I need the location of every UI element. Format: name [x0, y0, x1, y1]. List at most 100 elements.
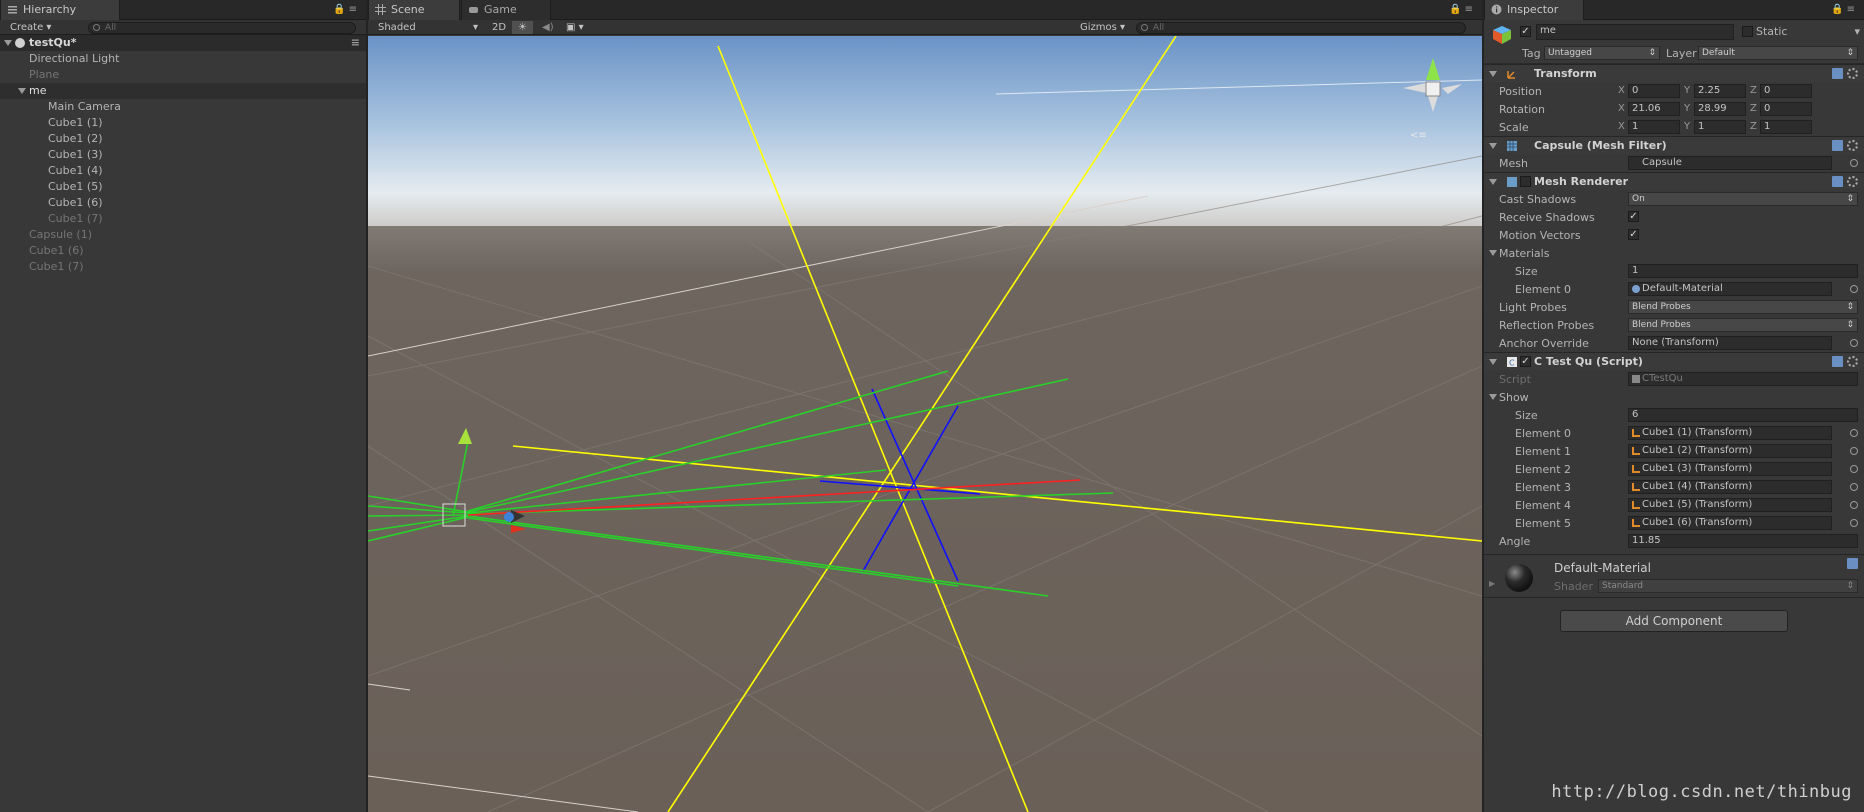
reflection-probes-dropdown[interactable]: Blend Probes ⇕ — [1628, 318, 1858, 332]
add-component-button[interactable]: Add Component — [1560, 610, 1788, 632]
scene-menu-icon[interactable]: 🔒≡ — [1449, 4, 1476, 15]
object-name-field[interactable]: me — [1536, 24, 1734, 40]
show-element-field[interactable]: Cube1 (1) (Transform) — [1628, 426, 1832, 440]
materials-row[interactable]: Materials — [1484, 244, 1864, 262]
hierarchy-item[interactable]: Cube1 (2) — [0, 131, 366, 147]
object-picker-icon[interactable] — [1850, 447, 1858, 455]
position-z-field[interactable]: 0 — [1760, 84, 1812, 98]
shading-mode-dropdown[interactable]: Shaded ▾ — [372, 21, 482, 34]
rotation-y-field[interactable]: 28.99 — [1694, 102, 1746, 116]
object-picker-icon[interactable] — [1850, 429, 1858, 437]
hierarchy-item[interactable]: Cube1 (3) — [0, 147, 366, 163]
material-element0-field[interactable]: Default-Material — [1628, 282, 1832, 296]
scale-z-field[interactable]: 1 — [1760, 120, 1812, 134]
2d-toggle[interactable]: 2D — [486, 21, 512, 34]
shader-dropdown[interactable]: Standard ⇕ — [1598, 579, 1858, 593]
help-book-icon[interactable] — [1832, 68, 1843, 79]
scene-render[interactable]: <≡ — [368, 36, 1482, 812]
layer-dropdown[interactable]: Default ⇕ — [1698, 46, 1858, 60]
hierarchy-item[interactable]: Main Camera — [0, 99, 366, 115]
show-element-field[interactable]: Cube1 (6) (Transform) — [1628, 516, 1832, 530]
object-picker-icon[interactable] — [1850, 483, 1858, 491]
audio-toggle-icon[interactable]: ◀) — [536, 21, 560, 34]
scene-viewport[interactable]: <≡ — [368, 36, 1482, 812]
hierarchy-menu-icon[interactable]: 🔒≡ — [333, 4, 360, 15]
fold-arrow-icon[interactable] — [1489, 143, 1497, 149]
lighting-toggle-icon[interactable]: ☀ — [512, 21, 533, 34]
hierarchy-item[interactable]: Cube1 (4) — [0, 163, 366, 179]
gear-icon[interactable] — [1847, 176, 1858, 187]
hierarchy-item[interactable]: Plane — [0, 67, 366, 83]
receive-shadows-checkbox[interactable]: ✓ — [1628, 211, 1639, 222]
show-element-field[interactable]: Cube1 (2) (Transform) — [1628, 444, 1832, 458]
angle-field[interactable]: 11.85 — [1628, 534, 1858, 548]
fold-arrow-icon[interactable] — [1489, 394, 1497, 400]
inspector-menu-icon[interactable]: 🔒≡ — [1831, 4, 1858, 15]
position-x-field[interactable]: 0 — [1628, 84, 1680, 98]
tab-hierarchy[interactable]: Hierarchy — [0, 0, 120, 20]
hierarchy-item[interactable]: Cube1 (7) — [0, 259, 366, 275]
mesh-renderer-header[interactable]: Mesh Renderer — [1484, 172, 1864, 190]
show-element-field[interactable]: Cube1 (5) (Transform) — [1628, 498, 1832, 512]
light-probes-dropdown[interactable]: Blend Probes ⇕ — [1628, 300, 1858, 314]
materials-size-field[interactable]: 1 — [1628, 264, 1858, 278]
mesh-filter-header[interactable]: Capsule (Mesh Filter) — [1484, 136, 1864, 154]
hierarchy-item[interactable]: Capsule (1) — [0, 227, 366, 243]
hierarchy-search-input[interactable]: All — [88, 22, 356, 34]
show-row[interactable]: Show — [1484, 388, 1864, 406]
mesh-renderer-enabled-checkbox[interactable] — [1520, 176, 1531, 187]
active-checkbox[interactable]: ✓ — [1520, 26, 1531, 37]
object-picker-icon[interactable] — [1850, 159, 1858, 167]
object-picker-icon[interactable] — [1850, 285, 1858, 293]
gear-icon[interactable] — [1847, 68, 1858, 79]
help-book-icon[interactable] — [1832, 356, 1843, 367]
hierarchy-item[interactable]: Cube1 (1) — [0, 115, 366, 131]
scene-root-row[interactable]: testQu* ≡ — [0, 35, 366, 51]
mesh-field[interactable]: Capsule — [1628, 156, 1832, 170]
fold-arrow-icon[interactable] — [1489, 359, 1497, 365]
cast-shadows-dropdown[interactable]: On ⇕ — [1628, 192, 1858, 206]
material-fold-icon[interactable]: ▶ — [1489, 579, 1495, 588]
help-book-icon[interactable] — [1847, 558, 1858, 569]
gizmo-center-icon[interactable] — [1425, 81, 1441, 97]
show-element-field[interactable]: Cube1 (3) (Transform) — [1628, 462, 1832, 476]
hierarchy-item[interactable]: me — [0, 83, 366, 99]
script-header[interactable]: C ✓ C Test Qu (Script) — [1484, 352, 1864, 370]
fold-arrow-icon[interactable] — [4, 40, 12, 46]
tag-dropdown[interactable]: Untagged ⇕ — [1544, 46, 1660, 60]
effects-toggle-icon[interactable]: ▣ ▾ — [560, 21, 590, 34]
show-element-field[interactable]: Cube1 (4) (Transform) — [1628, 480, 1832, 494]
hierarchy-item[interactable]: Cube1 (7) — [0, 211, 366, 227]
hierarchy-item[interactable]: Cube1 (6) — [0, 195, 366, 211]
hierarchy-item[interactable]: Cube1 (5) — [0, 179, 366, 195]
hierarchy-item[interactable]: Cube1 (6) — [0, 243, 366, 259]
scene-search-input[interactable]: All — [1136, 22, 1466, 34]
object-picker-icon[interactable] — [1850, 519, 1858, 527]
show-size-field[interactable]: 6 — [1628, 408, 1858, 422]
tab-game[interactable]: Game — [461, 0, 551, 20]
rotation-x-field[interactable]: 21.06 — [1628, 102, 1680, 116]
position-y-field[interactable]: 2.25 — [1694, 84, 1746, 98]
rotation-z-field[interactable]: 0 — [1760, 102, 1812, 116]
static-checkbox[interactable] — [1742, 26, 1753, 37]
fold-arrow-icon[interactable] — [18, 88, 26, 94]
tab-scene[interactable]: Scene — [368, 0, 460, 20]
tab-inspector[interactable]: Inspector — [1484, 0, 1584, 20]
object-picker-icon[interactable] — [1850, 501, 1858, 509]
scale-y-field[interactable]: 1 — [1694, 120, 1746, 134]
gear-icon[interactable] — [1847, 140, 1858, 151]
object-picker-icon[interactable] — [1850, 465, 1858, 473]
anchor-override-field[interactable]: None (Transform) — [1628, 336, 1832, 350]
fold-arrow-icon[interactable] — [1489, 179, 1497, 185]
fold-arrow-icon[interactable] — [1489, 71, 1497, 77]
object-picker-icon[interactable] — [1850, 339, 1858, 347]
static-dropdown-icon[interactable]: ▾ — [1854, 25, 1860, 38]
help-book-icon[interactable] — [1832, 176, 1843, 187]
gizmos-dropdown[interactable]: Gizmos ▾ — [1074, 21, 1131, 34]
create-dropdown[interactable]: Create ▾ — [4, 21, 57, 34]
scale-x-field[interactable]: 1 — [1628, 120, 1680, 134]
gear-icon[interactable] — [1847, 356, 1858, 367]
transform-header[interactable]: Transform — [1484, 64, 1864, 82]
script-enabled-checkbox[interactable]: ✓ — [1520, 356, 1531, 367]
scene-menu-icon[interactable]: ≡ — [351, 35, 360, 51]
